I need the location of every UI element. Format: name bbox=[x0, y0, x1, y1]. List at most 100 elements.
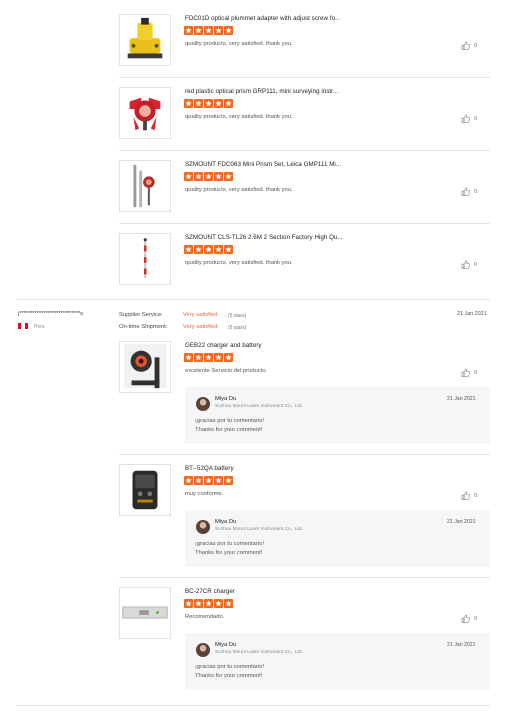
rating-stars bbox=[184, 172, 233, 182]
thumbs-up-icon bbox=[461, 491, 470, 500]
prism-bracket-icon bbox=[123, 343, 167, 389]
thumbs-up-icon bbox=[461, 187, 470, 196]
product-thumbnail[interactable] bbox=[119, 464, 171, 516]
star-icon bbox=[224, 599, 233, 608]
product-thumbnail[interactable] bbox=[119, 341, 171, 393]
star-icon bbox=[224, 99, 233, 108]
star-icon bbox=[214, 172, 223, 181]
thumbs-up-icon bbox=[461, 368, 470, 377]
reply-date: 21 Jan 2021 bbox=[447, 642, 476, 648]
like-count: 0 bbox=[474, 369, 478, 376]
star-icon bbox=[184, 476, 193, 485]
reviewer-country: Peru bbox=[34, 324, 45, 330]
divider bbox=[119, 223, 490, 224]
star-icon bbox=[194, 99, 203, 108]
avatar bbox=[196, 520, 210, 534]
like-button[interactable]: 0 bbox=[461, 187, 477, 196]
like-count: 0 bbox=[474, 261, 478, 268]
product-title[interactable]: GEB22 charger and battery bbox=[185, 342, 262, 349]
star-icon bbox=[204, 245, 213, 254]
reply-author: Miya Du bbox=[215, 519, 237, 525]
star-icon bbox=[184, 26, 193, 35]
like-button[interactable]: 0 bbox=[461, 491, 477, 500]
star-icon bbox=[194, 476, 203, 485]
star-icon bbox=[194, 26, 203, 35]
thumbs-up-icon bbox=[461, 114, 470, 123]
product-thumbnail[interactable] bbox=[119, 160, 171, 212]
star-icon bbox=[204, 476, 213, 485]
star-icon bbox=[184, 599, 193, 608]
star-icon bbox=[184, 99, 193, 108]
star-icon bbox=[204, 599, 213, 608]
product-thumbnail[interactable] bbox=[119, 587, 171, 639]
supplier-reply: Miya Du Suzhou Mount Laser Instrument Co… bbox=[185, 510, 490, 567]
review-divider bbox=[17, 299, 490, 300]
plummet-adapter-icon bbox=[127, 17, 163, 59]
mini-prism-set-icon bbox=[133, 164, 155, 208]
star-icon bbox=[194, 172, 203, 181]
peru-flag-icon bbox=[18, 323, 28, 329]
reply-text-en: Thanks for your comment! bbox=[195, 673, 263, 679]
product-title[interactable]: BT--52QA battery bbox=[185, 465, 234, 472]
star-icon bbox=[194, 245, 203, 254]
reply-company: Suzhou Mount Laser Instrument Co., Ltd. bbox=[215, 404, 303, 409]
star-icon bbox=[204, 353, 213, 362]
star-icon bbox=[204, 99, 213, 108]
like-button[interactable]: 0 bbox=[461, 41, 477, 50]
like-button[interactable]: 0 bbox=[461, 114, 477, 123]
reply-company: Suzhou Mount Laser Instrument Co., Ltd. bbox=[215, 527, 303, 532]
thumbs-up-icon bbox=[461, 614, 470, 623]
reply-date: 21 Jan 2021 bbox=[447, 519, 476, 525]
star-icon bbox=[214, 99, 223, 108]
like-button[interactable]: 0 bbox=[461, 614, 477, 623]
reply-author: Miya Du bbox=[215, 642, 237, 648]
rating-stars bbox=[184, 476, 233, 486]
review-date: 21 Jan 2021 bbox=[457, 311, 487, 317]
star-icon bbox=[214, 26, 223, 35]
product-thumbnail[interactable] bbox=[119, 14, 171, 66]
product-title[interactable]: SZMOUNT FDC063 Mini Prism Set, Leica GMP… bbox=[185, 161, 341, 168]
like-count: 0 bbox=[474, 492, 478, 499]
star-icon bbox=[224, 26, 233, 35]
shipment-value: Very satisfied bbox=[183, 324, 218, 330]
supplier-service-label: Supplier Service: bbox=[119, 312, 163, 318]
product-thumbnail[interactable] bbox=[119, 87, 171, 139]
supplier-reply: Miya Du Suzhou Mount Laser Instrument Co… bbox=[185, 387, 490, 444]
star-icon bbox=[184, 353, 193, 362]
charger-icon bbox=[121, 606, 169, 619]
supplier-reply: Miya Du Suzhou Mount Laser Instrument Co… bbox=[185, 633, 490, 690]
product-title[interactable]: SZMOUNT CLS-TL26 2.6M 2 Section Factory … bbox=[185, 234, 343, 241]
review-comment: quality products, very satisfied. thank … bbox=[185, 260, 293, 266]
avatar bbox=[196, 397, 210, 411]
review-comment: muy conforme. bbox=[185, 491, 224, 497]
rating-stars bbox=[184, 353, 233, 363]
product-title[interactable]: FDC01D optical plummet adapter with adju… bbox=[185, 15, 340, 22]
supplier-service-value: Very satisfied bbox=[183, 312, 218, 318]
star-icon bbox=[184, 245, 193, 254]
divider bbox=[119, 454, 490, 455]
star-icon bbox=[224, 245, 233, 254]
star-icon bbox=[214, 353, 223, 362]
like-count: 0 bbox=[474, 115, 478, 122]
thumbs-up-icon bbox=[461, 41, 470, 50]
battery-icon bbox=[132, 470, 158, 510]
like-button[interactable]: 0 bbox=[461, 260, 477, 269]
reviewer-name: j****************************s bbox=[18, 311, 83, 317]
reply-text-es: ¡gracias por tu comentario! bbox=[195, 664, 264, 670]
review-comment: excelente Servicio del producto. bbox=[185, 368, 268, 374]
red-prism-icon bbox=[129, 97, 161, 131]
rating-stars bbox=[184, 99, 233, 109]
product-title[interactable]: red plastic optical prism GRP111, mini s… bbox=[185, 88, 338, 95]
rating-stars bbox=[184, 599, 233, 609]
star-icon bbox=[194, 353, 203, 362]
product-title[interactable]: BC-27CR charger bbox=[185, 588, 235, 595]
shipment-stars: (5 stars) bbox=[228, 325, 247, 331]
divider bbox=[119, 577, 490, 578]
reply-text-en: Thanks for your comment! bbox=[195, 427, 263, 433]
product-thumbnail[interactable] bbox=[119, 233, 171, 285]
reply-date: 21 Jan 2021 bbox=[447, 396, 476, 402]
like-button[interactable]: 0 bbox=[461, 368, 477, 377]
reply-author: Miya Du bbox=[215, 396, 237, 402]
like-count: 0 bbox=[474, 42, 478, 49]
review-comment: Recomendado. bbox=[185, 614, 225, 620]
